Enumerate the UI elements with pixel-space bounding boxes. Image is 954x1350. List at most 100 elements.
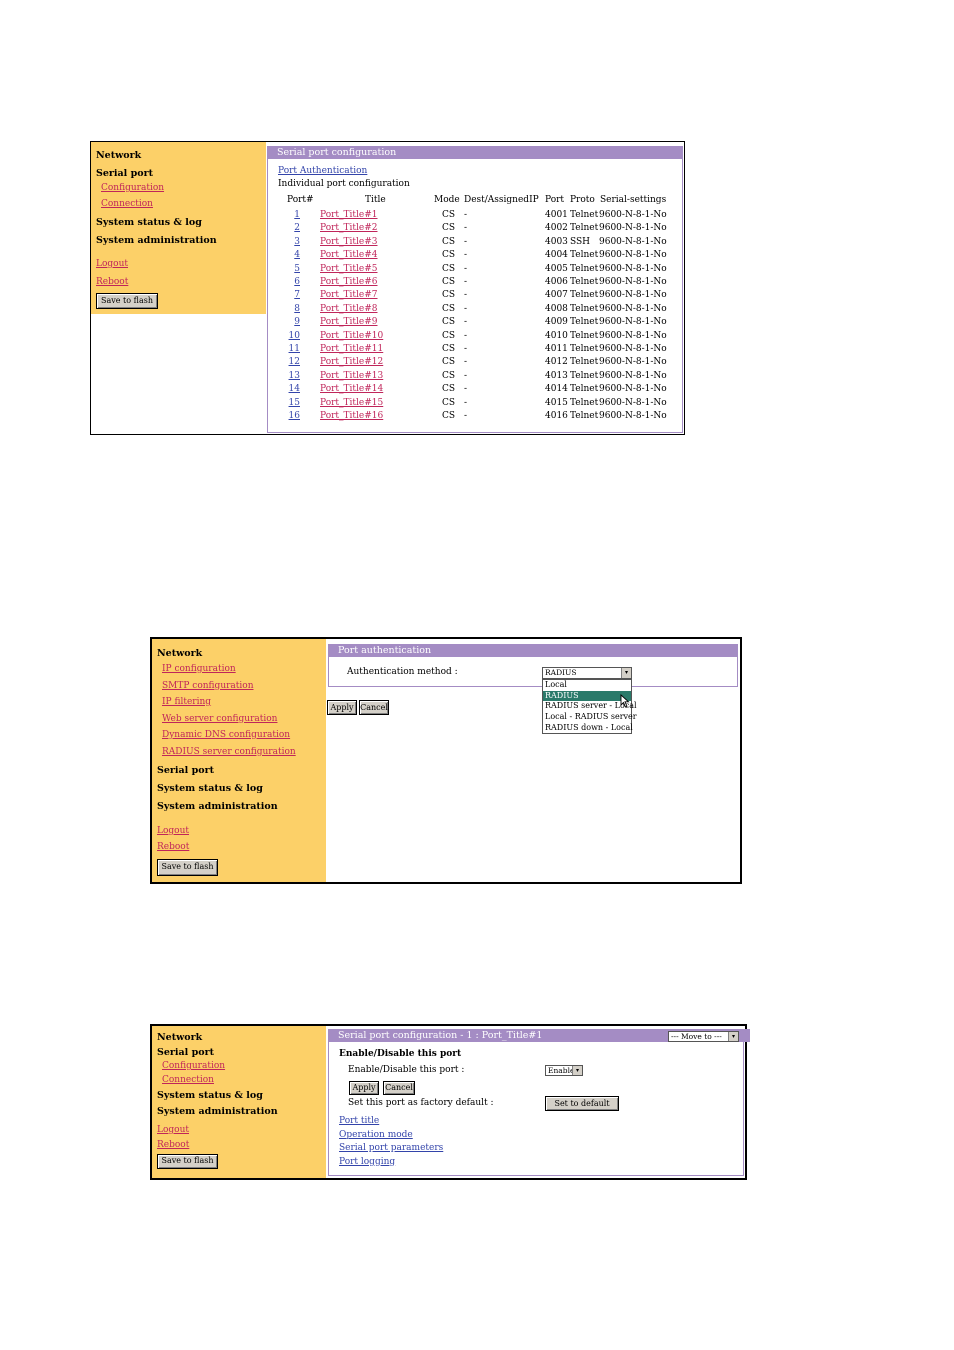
nav-system-admin[interactable]: System administration [157, 801, 278, 812]
nav-connection-link[interactable]: Connection [101, 199, 153, 209]
save-to-flash-button[interactable]: Save to flash [96, 293, 158, 309]
reboot-link[interactable]: Reboot [157, 1140, 189, 1150]
port-number-link[interactable]: 8 [278, 303, 300, 316]
save-to-flash-button[interactable]: Save to flash [157, 859, 218, 876]
port-title-link[interactable]: Port_Title#3 [320, 236, 378, 249]
port-title-link[interactable]: Port_Title#5 [320, 263, 378, 276]
auth-method-select[interactable]: RADIUS ▾ [542, 667, 632, 679]
config-section-link[interactable]: Operation mode [339, 1130, 413, 1140]
port-mode: CS [442, 357, 456, 368]
nav-serial-port[interactable]: Serial port [157, 1047, 214, 1058]
chevron-down-icon[interactable]: ▾ [728, 1032, 738, 1041]
enable-select[interactable]: Enable ▾ [545, 1065, 583, 1076]
nav-serial-port[interactable]: Serial port [96, 168, 153, 179]
auth-method-option[interactable]: RADIUS down - Local [543, 723, 633, 734]
port-number-link[interactable]: 12 [278, 356, 300, 369]
table-row: 2 Port_Title#2 CS - 4002 Telnet 9600-N-8-1-No [278, 222, 678, 235]
port-title-link[interactable]: Port_Title#16 [320, 410, 383, 423]
port-number-link[interactable]: 13 [278, 370, 300, 383]
port-title-link[interactable]: Port_Title#6 [320, 276, 378, 289]
port-number-link[interactable]: 7 [278, 289, 300, 302]
nav-network[interactable]: Network [157, 648, 202, 659]
logout-link[interactable]: Logout [96, 259, 128, 269]
port-title-link[interactable]: Port_Title#11 [320, 343, 383, 356]
auth-method-option[interactable]: RADIUS [543, 690, 631, 702]
nav-configuration-link[interactable]: Configuration [162, 1061, 225, 1071]
port-number-link[interactable]: 9 [278, 316, 300, 329]
port-tcp: 4015 [545, 397, 568, 408]
port-number-link[interactable]: 2 [278, 222, 300, 235]
network-submenu-link[interactable]: Web server configuration [162, 714, 277, 724]
port-number-link[interactable]: 3 [278, 236, 300, 249]
nav-system-status[interactable]: System status & log [157, 783, 263, 794]
config-section-link[interactable]: Port title [339, 1116, 379, 1126]
port-number-link[interactable]: 11 [278, 343, 300, 356]
network-submenu-link[interactable]: IP filtering [162, 697, 211, 707]
port-title-link[interactable]: Port_Title#9 [320, 316, 378, 329]
config-section-link[interactable]: Port logging [339, 1157, 395, 1167]
port-mode: CS [442, 223, 456, 234]
port-title-link[interactable]: Port_Title#10 [320, 330, 383, 343]
sidebar: Network IP configuration SMTP configurati… [152, 639, 326, 882]
port-title-link[interactable]: Port_Title#8 [320, 303, 378, 316]
port-title-link[interactable]: Port_Title#14 [320, 383, 383, 396]
nav-system-admin[interactable]: System administration [96, 235, 217, 246]
port-number-link[interactable]: 14 [278, 383, 300, 396]
apply-button[interactable]: Apply [349, 1081, 379, 1095]
port-title-link[interactable]: Port_Title#4 [320, 249, 378, 262]
col-title: Title [365, 195, 386, 205]
nav-connection-link[interactable]: Connection [162, 1075, 214, 1085]
nav-system-status[interactable]: System status & log [157, 1090, 263, 1101]
nav-system-status[interactable]: System status & log [96, 217, 202, 228]
port-number-link[interactable]: 5 [278, 263, 300, 276]
port-mode: CS [442, 263, 456, 274]
port-number-link[interactable]: 6 [278, 276, 300, 289]
port-serial-settings: 9600-N-8-1-No [599, 277, 667, 287]
port-title-link[interactable]: Port_Title#1 [320, 209, 378, 222]
reboot-link[interactable]: Reboot [157, 842, 189, 852]
nav-network[interactable]: Network [157, 1032, 202, 1043]
port-title-link[interactable]: Port_Title#15 [320, 397, 383, 410]
port-tcp: 4003 [545, 236, 568, 247]
network-submenu-link[interactable]: Dynamic DNS configuration [162, 730, 290, 740]
port-title-link[interactable]: Port_Title#7 [320, 289, 378, 302]
chevron-down-icon[interactable]: ▾ [621, 668, 631, 678]
reboot-link[interactable]: Reboot [96, 277, 128, 287]
nav-configuration-link[interactable]: Configuration [101, 183, 164, 193]
port-title-link[interactable]: Port_Title#2 [320, 222, 378, 235]
nav-serial-port[interactable]: Serial port [157, 765, 214, 776]
logout-link[interactable]: Logout [157, 1125, 189, 1135]
chevron-down-icon[interactable]: ▾ [572, 1066, 582, 1075]
port-number-link[interactable]: 1 [278, 209, 300, 222]
port-number-link[interactable]: 4 [278, 249, 300, 262]
auth-method-option[interactable]: Local [543, 680, 631, 691]
network-submenu-link[interactable]: RADIUS server configuration [162, 747, 296, 757]
nav-network[interactable]: Network [96, 150, 141, 161]
auth-method-option[interactable]: Local - RADIUS server [543, 712, 637, 723]
port-mode: CS [442, 411, 456, 421]
apply-button[interactable]: Apply [327, 700, 357, 715]
port-tcp: 4016 [545, 411, 568, 421]
port-mode: CS [442, 210, 456, 220]
port1-config-screenshot: Network Serial port Configuration Connec… [150, 1024, 750, 1180]
save-to-flash-button[interactable]: Save to flash [157, 1154, 218, 1169]
logout-link[interactable]: Logout [157, 826, 189, 836]
move-to-select[interactable]: --- Move to --- ▾ [668, 1031, 739, 1042]
set-to-default-button[interactable]: Set to default [545, 1096, 619, 1111]
port-number-link[interactable]: 10 [278, 330, 300, 343]
auth-method-option[interactable]: RADIUS server - Local [543, 701, 637, 712]
config-section-link[interactable]: Serial port parameters [339, 1143, 443, 1153]
cancel-button[interactable]: Cancel [359, 700, 389, 715]
network-submenu-link[interactable]: IP configuration [162, 664, 236, 674]
network-submenu-link[interactable]: SMTP configuration [162, 681, 254, 691]
nav-system-admin[interactable]: System administration [157, 1106, 278, 1117]
auth-method-value: RADIUS [545, 668, 577, 677]
port-serial-settings: 9600-N-8-1-No [599, 290, 667, 301]
port-title-link[interactable]: Port_Title#12 [320, 356, 383, 369]
port-title-link[interactable]: Port_Title#13 [320, 370, 383, 383]
page-header: Serial port configuration [267, 146, 683, 159]
port-number-link[interactable]: 16 [278, 410, 300, 423]
port-authentication-link[interactable]: Port Authentication [278, 166, 367, 176]
port-number-link[interactable]: 15 [278, 397, 300, 410]
cancel-button[interactable]: Cancel [383, 1081, 415, 1095]
